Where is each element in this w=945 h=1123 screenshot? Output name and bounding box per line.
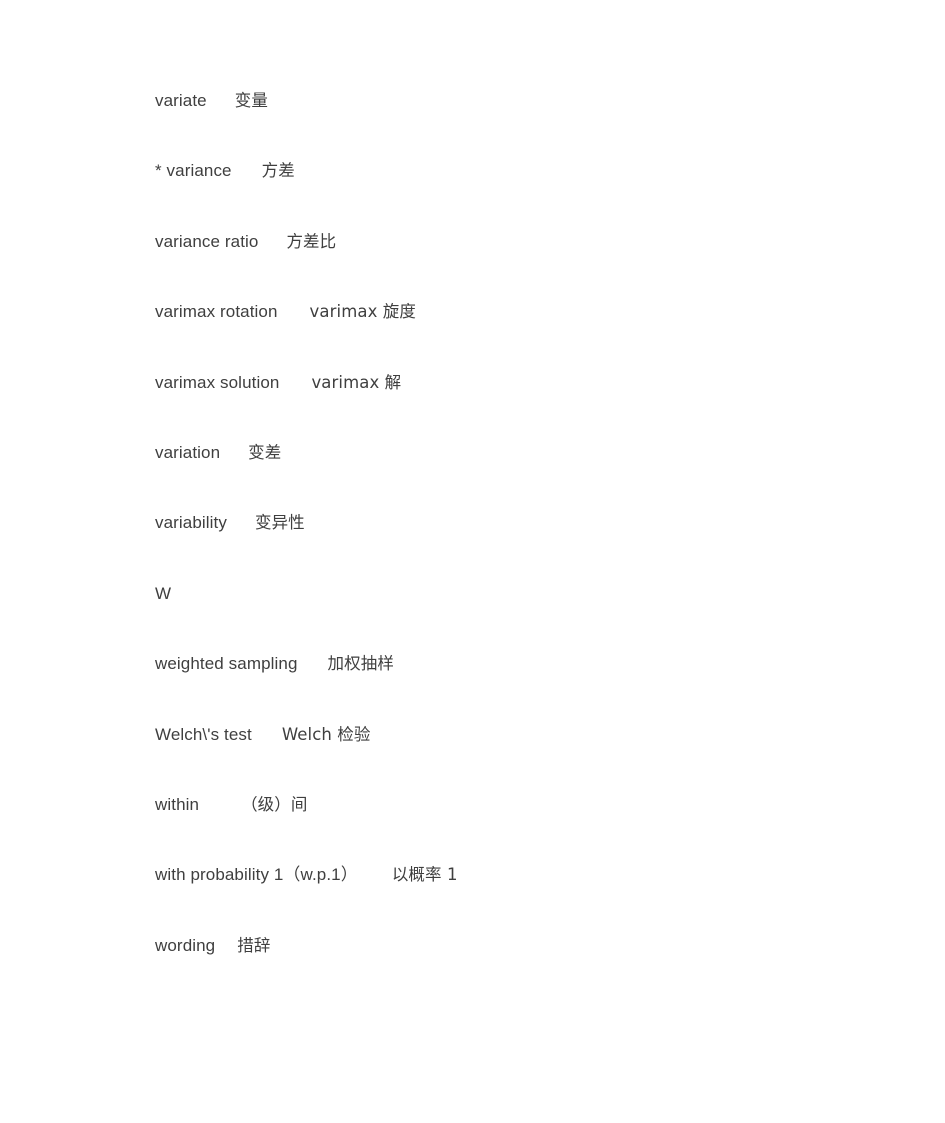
glossary-entry: varimax rotation varimax 旋度 (155, 299, 905, 369)
glossary-term: varimax solution (155, 372, 280, 392)
glossary-translation: 变异性 (254, 513, 305, 533)
glossary-term: variate (155, 91, 207, 110)
document-page: variate 变量 * variance 方差 variance ratio 方差比 va… (0, 0, 945, 1123)
glossary-term: with probability 1（w.p.1） (155, 865, 358, 885)
glossary-entry-list: variate 变量 * variance 方差 variance ratio 方差比 va… (155, 88, 905, 1003)
glossary-term: variance ratio (155, 231, 259, 251)
glossary-entry: with probability 1（w.p.1） 以概率 1 (155, 862, 905, 932)
glossary-entry: * variance 方差 (155, 158, 905, 228)
glossary-translation: Welch 检验 (281, 724, 371, 744)
glossary-translation: 方差 (261, 161, 295, 181)
glossary-entry: Welch\'s test Welch 检验 (155, 722, 905, 792)
glossary-entry: variability 变异性 (155, 510, 905, 580)
glossary-translation: 方差比 (286, 231, 337, 251)
glossary-entry: weighted sampling 加权抽样 (155, 651, 905, 721)
glossary-term: * variance (155, 161, 232, 181)
glossary-translation: 以概率 1 (391, 865, 458, 885)
glossary-term: varimax rotation (155, 302, 278, 322)
glossary-entry: variate 变量 (155, 88, 905, 158)
glossary-term: W (155, 583, 172, 603)
glossary-entry: W (155, 581, 905, 651)
glossary-translation: 措辞 (237, 935, 271, 955)
glossary-entry: within （级）间 (155, 792, 905, 862)
glossary-translation: 变量 (234, 91, 268, 110)
glossary-term: wording (155, 935, 216, 955)
glossary-translation: 加权抽样 (327, 654, 394, 674)
glossary-term: Welch\'s test (155, 724, 252, 744)
glossary-translation: varimax 旋度 (309, 302, 416, 322)
glossary-term: weighted sampling (155, 654, 298, 674)
glossary-term: variability (155, 513, 227, 533)
glossary-translation: 变差 (248, 442, 282, 462)
glossary-entry: varimax solution varimax 解 (155, 370, 905, 440)
glossary-entry: variance ratio 方差比 (155, 229, 905, 299)
glossary-entry: variation 变差 (155, 440, 905, 510)
glossary-translation: varimax 解 (311, 372, 402, 392)
glossary-translation: （级）间 (241, 794, 308, 814)
glossary-entry: wording 措辞 (155, 933, 905, 1003)
glossary-term: within (155, 794, 200, 814)
glossary-term: variation (155, 442, 221, 462)
